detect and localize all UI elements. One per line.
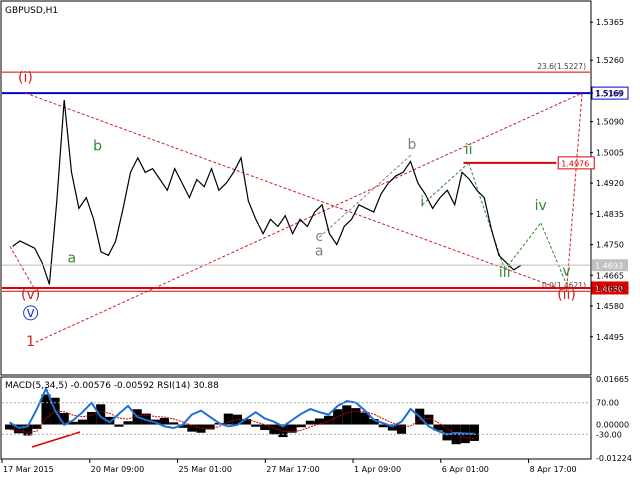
wave-label-11: (ii) [557,287,576,303]
wave-label-1: b [93,139,102,155]
macd-bar-10 [96,404,106,425]
indicator-y-label-4: -0.01224 [596,454,632,463]
x-tick-label-5: 6 Apr 01:00 [442,465,489,474]
macd-bar-43 [396,424,407,434]
macd-bar-22 [205,424,215,430]
wave-label-9: iii [499,265,511,281]
x-tick-label-4: 1 Apr 09:00 [354,465,401,474]
y-tick-label-1: 1.5260 [596,56,624,65]
indicator-label: MACD(5,34,5) -0.00576 -0.00592 RSI(14) 3… [5,381,219,391]
macd-bar-37 [342,405,352,425]
macd-bar-8 [77,419,88,425]
y-tick-label-9: 1.4630 [596,284,624,293]
wave-label-6: ii [465,142,473,158]
indicator-y-label-2: 0.00000 [596,421,629,430]
y-tick-label-0: 1.5365 [596,18,624,27]
wave-label-4: a [315,243,324,259]
macd-bar-20 [187,424,197,432]
macd-bar-18 [169,422,179,425]
wave-label-13: v [26,305,34,321]
wave-label-14: 1 [26,334,35,350]
macd-bar-21 [196,424,206,433]
wave-label-12: (v) [21,287,40,303]
level-label-0: 23.6(1.5227) [537,62,586,71]
wave-label-0: (i) [18,70,33,86]
y-tick-label-6: 1.4835 [596,210,624,219]
macd-bar-12 [114,424,124,427]
macd-bar-27 [251,424,261,427]
indicator-y-label-3: -30.00 [596,430,622,439]
level-tag-2: 1.4976 [557,156,595,170]
x-tick-label-0: 17 Mar 2015 [3,465,54,474]
y-tick-label-11: 1.4495 [596,333,624,342]
level-tag-text-2: 1.4976 [561,159,589,168]
wave-label-7: i [420,195,424,211]
symbol-label: GBPUSD,H1 [5,6,58,16]
x-tick-label-3: 27 Mar 17:00 [266,465,319,474]
macd-bar-4 [41,394,51,425]
macd-bar-38 [351,408,361,425]
macd-bar-13 [123,421,133,425]
indicator-y-label-1: 70.00 [596,399,619,408]
macd-bar-33 [305,420,315,425]
macd-bar-28 [260,424,270,430]
wave-label-2: a [68,251,77,267]
y-tick-label-4: 1.5005 [596,148,624,157]
macd-bar-34 [314,418,325,425]
chart-canvas: 23.6(1.5227)1.51691.49760.0(1.4621) 1.463… [0,0,640,480]
macd-bar-24 [223,413,233,425]
macd-bar-32 [296,424,306,428]
x-tick-label-2: 25 Mar 01:00 [179,465,232,474]
current-price-tag: 1.4693 [592,259,628,272]
y-tick-label-2: 1.5169 [596,89,624,98]
wave-label-10: v [562,263,570,279]
x-tick-label-6: 8 Apr 17:00 [530,465,577,474]
x-tick-label-1: 20 Mar 09:00 [91,465,144,474]
wave-label-8: iv [535,198,547,214]
current-price-text: 1.4693 [595,262,623,271]
macd-bar-17 [159,417,170,425]
y-tick-label-8: 1.4665 [596,271,624,280]
y-tick-label-7: 1.4750 [596,241,624,250]
macd-bar-9 [87,411,97,425]
y-tick-label-5: 1.4920 [596,179,624,188]
wave-label-5: b [408,137,417,153]
indicator-y-label-0: 0.01665 [596,375,629,384]
y-tick-label-3: 1.5090 [596,118,624,127]
y-tick-label-10: 1.4580 [596,302,624,311]
